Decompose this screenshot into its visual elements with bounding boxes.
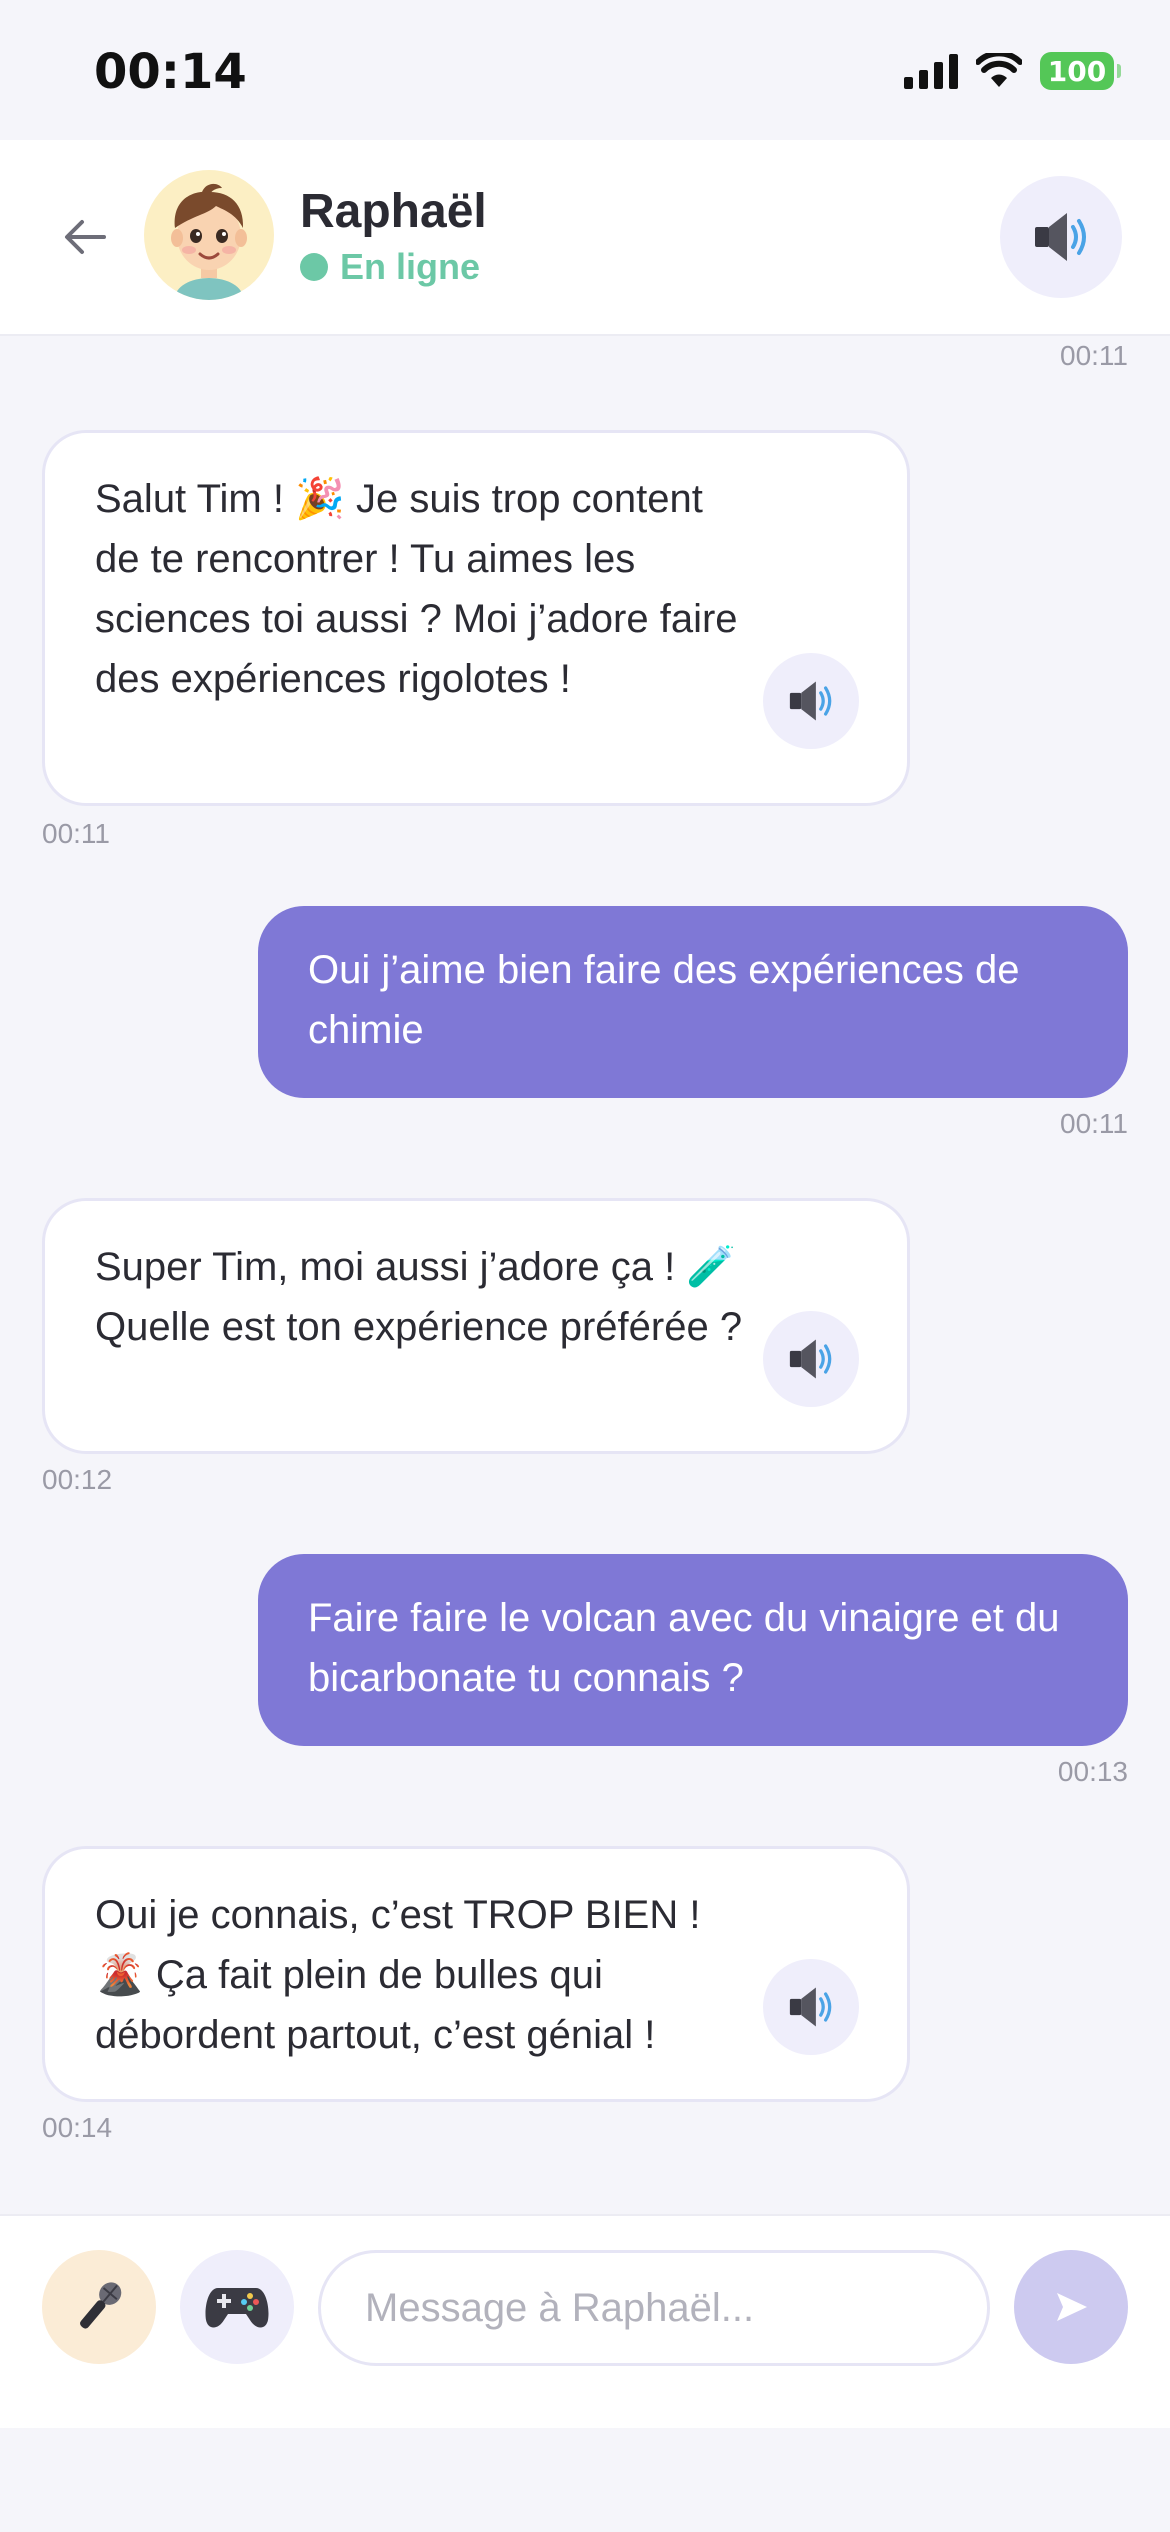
online-dot-icon (300, 253, 328, 281)
speaker-icon (789, 1339, 832, 1379)
back-button[interactable] (52, 204, 118, 270)
play-audio-button[interactable] (763, 1959, 859, 2055)
microphone-button[interactable] (42, 2250, 156, 2364)
message-timestamp: 00:11 (42, 818, 110, 849)
message-composer (0, 2214, 1170, 2428)
message-text: Salut Tim ! 🎉 Je suis trop content de te… (95, 477, 738, 701)
message-timestamp: 00:11 (1060, 1108, 1128, 1139)
message-timestamp: 00:12 (42, 1464, 113, 1495)
battery-indicator: 100 (1040, 52, 1121, 90)
incoming-message-bubble: Oui je connais, c’est TROP BIEN ! 🌋 Ça f… (42, 1846, 910, 2102)
message-text: Super Tim, moi aussi j’adore ça ! 🧪 Quel… (95, 1245, 743, 1349)
send-icon (1057, 2293, 1087, 2321)
microphone-icon (80, 2282, 122, 2329)
message-input[interactable] (318, 2250, 990, 2366)
boy-avatar-icon (171, 183, 247, 300)
header-speaker-button[interactable] (1000, 176, 1122, 298)
speaker-icon (789, 1987, 832, 2027)
chat-header: Raphaël En ligne (0, 140, 1170, 336)
message-timestamp: 00:14 (42, 2112, 113, 2143)
message-list[interactable]: 00:11 Salut Tim ! 🎉 Je suis trop content… (0, 338, 1170, 2214)
play-audio-button[interactable] (763, 653, 859, 749)
wifi-icon (976, 53, 1022, 87)
message-timestamp: 00:13 (1057, 1756, 1128, 1787)
status-time: 00:14 (94, 44, 247, 100)
status-icons: 100 (904, 52, 1121, 90)
gamepad-icon (205, 2288, 269, 2328)
speaker-icon (1035, 213, 1086, 261)
speaker-icon (789, 681, 832, 721)
play-audio-button[interactable] (763, 1311, 859, 1407)
incoming-message-bubble: Salut Tim ! 🎉 Je suis trop content de te… (42, 430, 910, 806)
message-text: Oui j’aime bien faire des expériences de… (308, 948, 1020, 1052)
online-status-label: En ligne (340, 246, 481, 287)
online-status: En ligne (300, 246, 480, 288)
message-timestamp: 00:11 (1060, 340, 1128, 371)
incoming-message-bubble: Super Tim, moi aussi j’adore ça ! 🧪 Quel… (42, 1198, 910, 1454)
message-text: Oui je connais, c’est TROP BIEN ! 🌋 Ça f… (95, 1893, 701, 2057)
outgoing-message-bubble: Faire faire le volcan avec du vinaigre e… (258, 1554, 1128, 1746)
status-bar: 00:14 100 (0, 0, 1170, 140)
send-button[interactable] (1014, 2250, 1128, 2364)
arrow-left-icon (65, 220, 106, 254)
message-text: Faire faire le volcan avec du vinaigre e… (308, 1596, 1060, 1700)
avatar[interactable] (144, 170, 274, 300)
outgoing-message-bubble: Oui j’aime bien faire des expériences de… (258, 906, 1128, 1098)
contact-name: Raphaël (300, 185, 487, 238)
cellular-signal-icon (904, 53, 958, 89)
game-button[interactable] (180, 2250, 294, 2364)
home-indicator-area (0, 2428, 1170, 2532)
